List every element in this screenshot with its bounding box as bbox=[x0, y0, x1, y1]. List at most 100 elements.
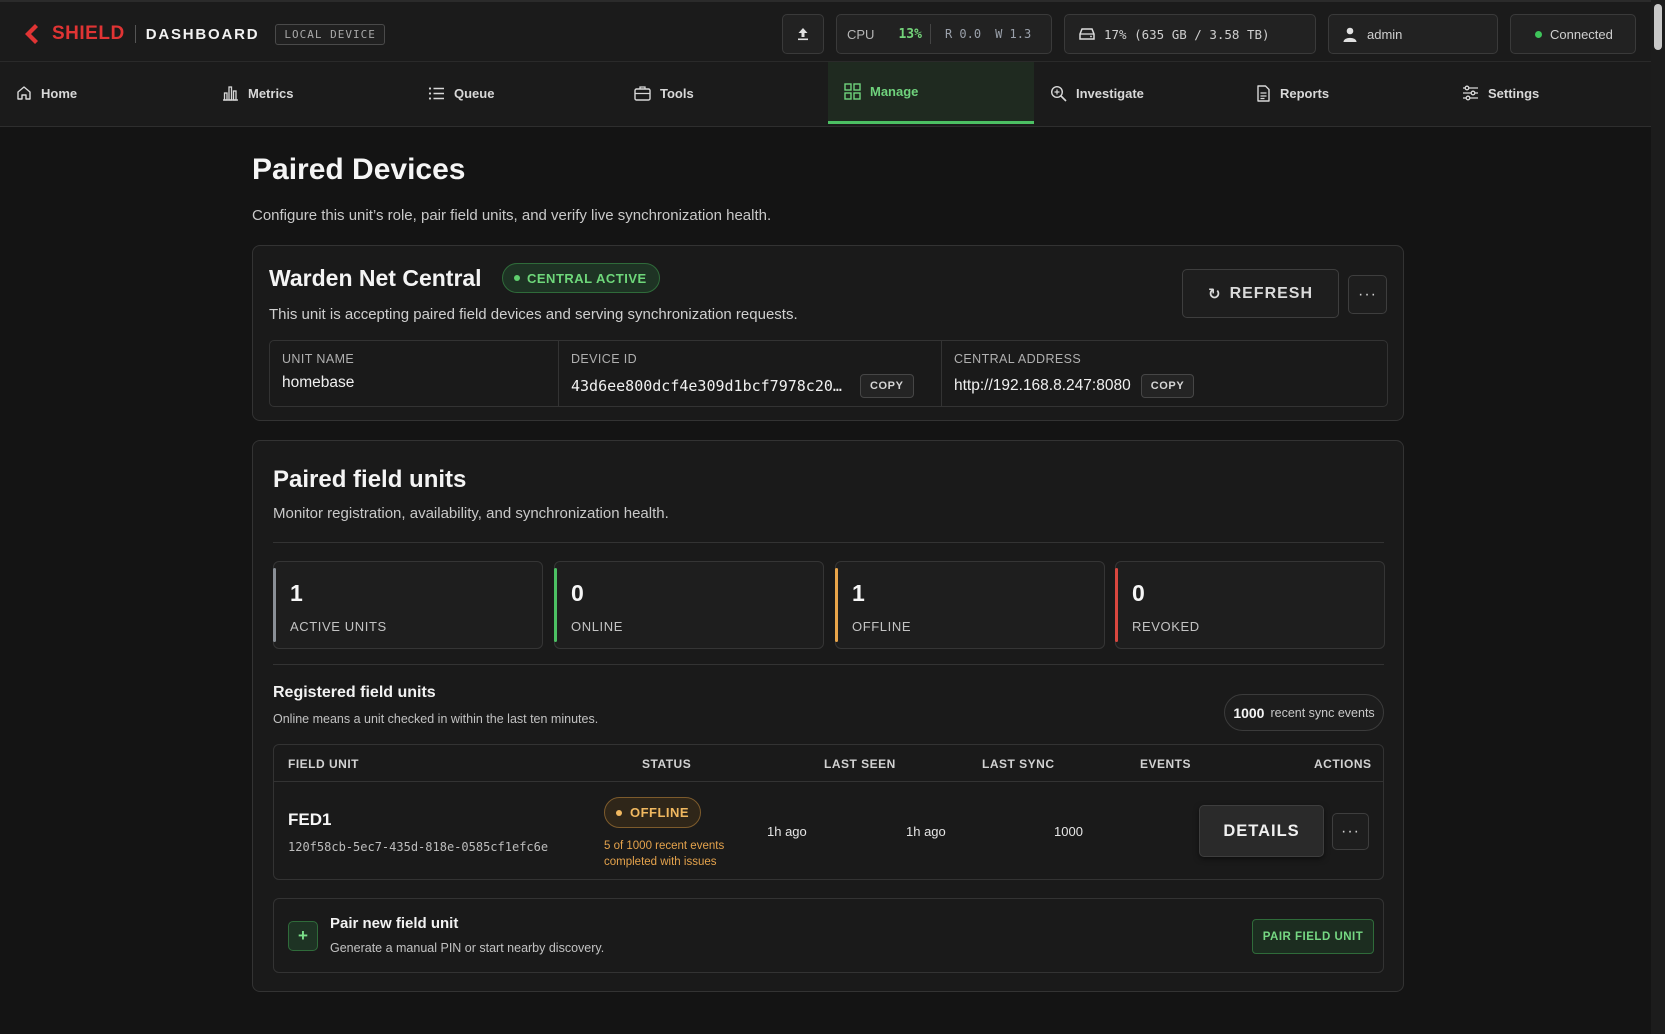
cpu-label: CPU bbox=[847, 26, 875, 42]
central-address-value: http://192.168.8.247:8080 bbox=[954, 377, 1131, 394]
stat-accent-bar bbox=[273, 568, 276, 642]
disk-usage: 17% (635 GB / 3.58 TB) bbox=[1064, 14, 1316, 54]
list-icon bbox=[428, 86, 444, 100]
copy-address-button[interactable]: COPY bbox=[1140, 374, 1195, 398]
stat-accent-bar bbox=[1115, 568, 1118, 642]
pair-field-unit-panel: + Pair new field unit Generate a manual … bbox=[273, 898, 1384, 973]
last-sync-value: 1h ago bbox=[906, 824, 946, 839]
unit-name-value: homebase bbox=[282, 374, 355, 391]
central-status-label: CENTRAL ACTIVE bbox=[527, 270, 647, 286]
nav-queue-label: Queue bbox=[454, 85, 495, 101]
column-header: LAST SEEN bbox=[824, 757, 896, 771]
nav-reports[interactable]: Reports bbox=[1240, 62, 1446, 124]
nav-investigate[interactable]: Investigate bbox=[1034, 62, 1240, 124]
nav-reports-label: Reports bbox=[1280, 85, 1330, 101]
scrollbar-thumb[interactable] bbox=[1654, 4, 1662, 50]
plus-icon: + bbox=[288, 921, 318, 951]
status-dot-icon bbox=[616, 809, 622, 816]
disk-usage-text: 17% (635 GB / 3.58 TB) bbox=[1104, 26, 1270, 42]
brand-name: SHIELD bbox=[52, 23, 125, 44]
stat-value: 0 bbox=[1132, 580, 1145, 606]
local-device-badge: LOCAL DEVICE bbox=[275, 23, 385, 45]
field-unit-id: 120f58cb-5ec7-435d-818e-0585cf1efc6e bbox=[288, 840, 549, 854]
stat-offline: 1 OFFLINE bbox=[835, 561, 1105, 649]
nav-tools[interactable]: Tools bbox=[618, 62, 824, 124]
unit-name-label: UNIT NAME bbox=[282, 352, 355, 366]
stat-accent-bar bbox=[835, 568, 838, 642]
unit-name-cell: UNIT NAME homebase bbox=[270, 341, 558, 406]
details-button[interactable]: DETAILS bbox=[1199, 805, 1324, 857]
upload-button[interactable] bbox=[782, 14, 824, 54]
field-unit-name: FED1 bbox=[288, 810, 332, 829]
briefcase-icon bbox=[634, 86, 651, 101]
stat-revoked: 0 REVOKED bbox=[1115, 561, 1385, 649]
stat-label: REVOKED bbox=[1132, 619, 1200, 634]
cpu-read: R 0.0 bbox=[944, 27, 982, 41]
sync-events-count: 1000 bbox=[1233, 704, 1265, 721]
events-value: 1000 bbox=[1054, 824, 1083, 839]
column-header: ACTIONS bbox=[1314, 757, 1372, 771]
stat-active-units: 1 ACTIVE UNITS bbox=[273, 561, 543, 649]
connection-status[interactable]: Connected bbox=[1510, 14, 1636, 54]
divider bbox=[273, 664, 1384, 665]
refresh-label: REFRESH bbox=[1229, 284, 1314, 302]
column-header: LAST SYNC bbox=[982, 757, 1055, 771]
bar-chart-icon bbox=[223, 86, 238, 101]
stat-label: OFFLINE bbox=[852, 619, 912, 634]
nav-settings[interactable]: Settings bbox=[1446, 62, 1652, 124]
drive-icon bbox=[1079, 28, 1095, 40]
brand[interactable]: SHIELD DASHBOARD LOCAL DEVICE bbox=[20, 21, 385, 47]
row-more-button[interactable]: ··· bbox=[1332, 813, 1369, 850]
user-icon bbox=[1343, 27, 1357, 42]
table-row[interactable]: FED1 120f58cb-5ec7-435d-818e-0585cf1efc6… bbox=[274, 782, 1383, 880]
device-id-value: 43d6ee800dcf4e309d1bcf7978c20… bbox=[571, 377, 842, 395]
field-units-table: FIELD UNIT STATUS LAST SEEN LAST SYNC EV… bbox=[273, 744, 1384, 880]
central-address-row: http://192.168.8.247:8080 COPY bbox=[954, 374, 1375, 398]
column-header: STATUS bbox=[642, 757, 692, 771]
brand-section: DASHBOARD bbox=[145, 25, 260, 43]
magnify-icon bbox=[1050, 85, 1067, 102]
refresh-button[interactable]: ↻ REFRESH bbox=[1182, 269, 1339, 318]
page-title: Paired Devices bbox=[252, 153, 466, 186]
central-description: This unit is accepting paired field devi… bbox=[269, 306, 798, 323]
shield-logo-icon bbox=[25, 24, 38, 44]
nav-manage[interactable]: Manage bbox=[828, 62, 1034, 124]
scrollbar[interactable] bbox=[1651, 0, 1665, 1034]
document-icon bbox=[1257, 84, 1270, 102]
stat-label: ONLINE bbox=[571, 619, 624, 634]
device-id-row: 43d6ee800dcf4e309d1bcf7978c20… COPY bbox=[571, 374, 929, 398]
divider bbox=[273, 542, 1384, 543]
central-unit-card: Warden Net Central CENTRAL ACTIVE This u… bbox=[252, 245, 1404, 421]
field-units-card: Paired field units Monitor registration,… bbox=[252, 440, 1404, 992]
central-status-badge: CENTRAL ACTIVE bbox=[502, 263, 660, 293]
field-units-title: Paired field units bbox=[273, 466, 467, 493]
nav-home[interactable]: Home bbox=[0, 62, 206, 124]
page-subtitle: Configure this unit’s role, pair field u… bbox=[252, 207, 772, 224]
column-header: EVENTS bbox=[1140, 757, 1192, 771]
nav-queue[interactable]: Queue bbox=[412, 62, 618, 124]
status-dot-icon bbox=[514, 275, 520, 281]
nav-metrics-label: Metrics bbox=[248, 85, 294, 101]
status-badge: OFFLINE bbox=[604, 797, 702, 828]
top-bar: SHIELD DASHBOARD LOCAL DEVICE CPU 13% R … bbox=[0, 0, 1651, 62]
home-icon bbox=[17, 86, 31, 100]
central-more-button[interactable]: ··· bbox=[1348, 275, 1387, 314]
upload-icon bbox=[798, 28, 808, 41]
sliders-icon bbox=[1463, 85, 1478, 101]
stat-value: 1 bbox=[290, 580, 303, 606]
user-name: admin bbox=[1367, 26, 1403, 42]
registered-units-title: Registered field units bbox=[273, 684, 436, 701]
status-note: 5 of 1000 recent events completed with i… bbox=[604, 840, 725, 868]
pair-title: Pair new field unit bbox=[330, 915, 459, 932]
main-nav: Home Metrics Queue Tools Manage Investig… bbox=[0, 62, 1651, 127]
status-label: OFFLINE bbox=[630, 805, 690, 820]
nav-settings-label: Settings bbox=[1488, 85, 1540, 101]
cpu-value: 13% bbox=[898, 26, 922, 42]
nav-tools-label: Tools bbox=[660, 85, 694, 101]
stat-online: 0 ONLINE bbox=[554, 561, 824, 649]
pair-field-unit-button[interactable]: PAIR FIELD UNIT bbox=[1252, 919, 1374, 954]
user-menu[interactable]: admin bbox=[1328, 14, 1498, 54]
nav-metrics[interactable]: Metrics bbox=[206, 62, 412, 124]
sync-events-label: recent sync events bbox=[1270, 705, 1375, 720]
copy-device-id-button[interactable]: COPY bbox=[859, 374, 914, 398]
